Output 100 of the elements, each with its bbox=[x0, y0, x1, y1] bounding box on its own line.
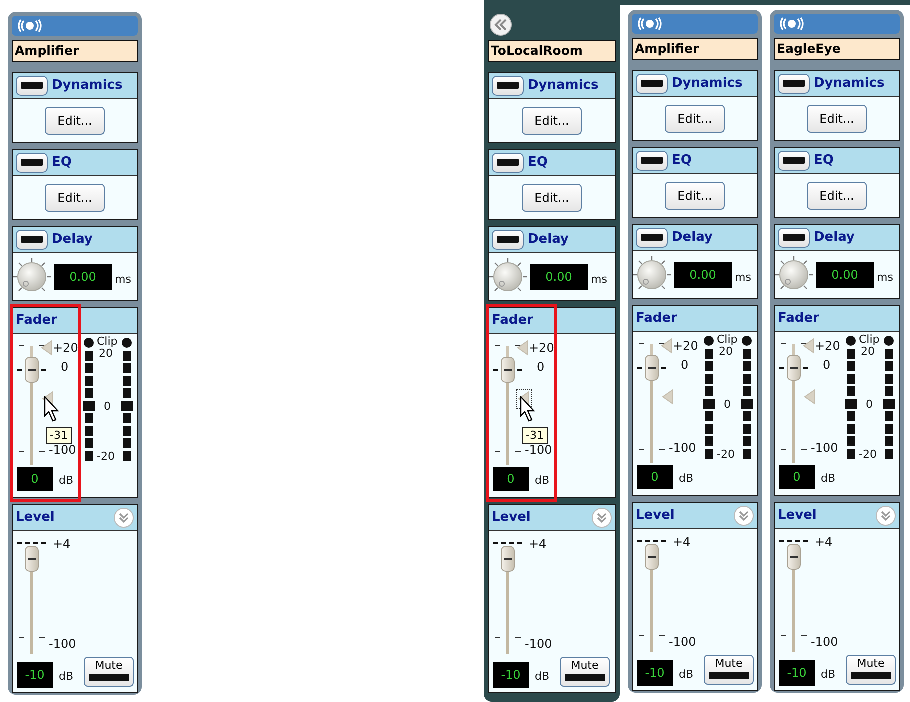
toggle-button[interactable] bbox=[16, 230, 48, 250]
meter-scale-label: 0 bbox=[104, 400, 111, 413]
toggle-button[interactable] bbox=[778, 74, 810, 94]
level-display: -10 bbox=[637, 660, 673, 686]
level-display: -10 bbox=[779, 660, 815, 686]
unit-label: ms bbox=[735, 271, 752, 284]
section-title: Dynamics bbox=[528, 78, 599, 93]
scale-label: +4 bbox=[529, 537, 547, 551]
delay-display: 0.00 bbox=[530, 264, 588, 290]
meter-scale-label: 20 bbox=[99, 347, 113, 360]
expand-button[interactable] bbox=[734, 506, 754, 526]
slider-thumb[interactable] bbox=[501, 357, 515, 384]
scale-label: -100 bbox=[525, 443, 552, 457]
edit-button[interactable]: Edit... bbox=[522, 106, 582, 134]
collapse-button[interactable] bbox=[490, 14, 512, 36]
scale-label: -100 bbox=[525, 637, 552, 651]
toggle-button[interactable] bbox=[636, 74, 668, 94]
scale-label: -100 bbox=[811, 441, 838, 455]
marker-icon[interactable] bbox=[661, 388, 675, 406]
mute-button[interactable]: Mute bbox=[84, 657, 134, 687]
edit-button[interactable]: Edit... bbox=[665, 182, 725, 210]
toggle-button[interactable] bbox=[636, 150, 668, 170]
edit-button[interactable]: Edit... bbox=[807, 104, 867, 132]
slider-thumb[interactable] bbox=[501, 546, 515, 572]
broadcast-icon bbox=[780, 17, 804, 31]
unit-label: ms bbox=[877, 271, 894, 284]
unit-label: ms bbox=[115, 273, 132, 286]
unit-label: dB bbox=[59, 474, 74, 487]
clip-label: Clip bbox=[859, 333, 880, 346]
unit-label: ms bbox=[591, 273, 608, 286]
clip-label: Clip bbox=[717, 333, 738, 346]
scale-label: -100 bbox=[49, 637, 76, 651]
mute-button[interactable]: Mute bbox=[560, 657, 610, 687]
channel-name: Amplifier bbox=[632, 38, 758, 60]
slider-thumb[interactable] bbox=[25, 357, 39, 384]
section-title: Dynamics bbox=[672, 76, 743, 91]
marker-icon[interactable] bbox=[803, 388, 817, 406]
section-title: EQ bbox=[814, 153, 834, 168]
unit-label: dB bbox=[59, 670, 74, 683]
slider-thumb[interactable] bbox=[645, 355, 659, 382]
meter-scale-label: -20 bbox=[859, 448, 877, 461]
scale-label: +4 bbox=[815, 535, 833, 549]
scale-label: 0 bbox=[537, 360, 545, 374]
toggle-button[interactable] bbox=[492, 152, 524, 172]
expand-button[interactable] bbox=[114, 508, 134, 528]
double-chevron-icon bbox=[118, 512, 130, 524]
edit-button[interactable]: Edit... bbox=[522, 184, 582, 212]
delay-display: 0.00 bbox=[54, 264, 112, 290]
scale-label: -100 bbox=[669, 635, 696, 649]
slider-thumb[interactable] bbox=[787, 544, 801, 570]
edit-button[interactable]: Edit... bbox=[807, 182, 867, 210]
section-title: Delay bbox=[814, 230, 855, 245]
slider-thumb[interactable] bbox=[787, 355, 801, 382]
unit-label: dB bbox=[679, 472, 694, 485]
broadcast-icon bbox=[18, 19, 42, 33]
level-display: -10 bbox=[493, 662, 529, 688]
section-title: Fader bbox=[778, 311, 820, 326]
edit-button[interactable]: Edit... bbox=[665, 104, 725, 132]
unit-label: dB bbox=[535, 670, 550, 683]
toggle-button[interactable] bbox=[778, 150, 810, 170]
meter-scale-label: 0 bbox=[866, 398, 873, 411]
slider-thumb[interactable] bbox=[645, 544, 659, 570]
edit-button[interactable]: Edit... bbox=[45, 106, 105, 134]
scale-label: +4 bbox=[673, 535, 691, 549]
scale-label: +20 bbox=[53, 341, 78, 355]
section-title: EQ bbox=[528, 155, 548, 170]
toggle-button[interactable] bbox=[492, 230, 524, 250]
scale-label: +20 bbox=[673, 339, 698, 353]
toggle-button[interactable] bbox=[492, 76, 524, 96]
double-chevron-icon bbox=[494, 19, 508, 31]
channel-name: ToLocalRoom bbox=[488, 40, 616, 62]
section-title: Fader bbox=[16, 313, 58, 328]
scale-label: -100 bbox=[811, 635, 838, 649]
expand-button[interactable] bbox=[592, 508, 612, 528]
section-title: Level bbox=[636, 508, 675, 523]
gain-display: 0 bbox=[637, 465, 673, 489]
scale-label: +20 bbox=[815, 339, 840, 353]
toggle-button[interactable] bbox=[636, 228, 668, 248]
toggle-button[interactable] bbox=[16, 76, 48, 96]
tooltip: -31 bbox=[522, 427, 548, 444]
delay-display: 0.00 bbox=[816, 262, 874, 288]
meter-scale-label: -20 bbox=[717, 448, 735, 461]
marker-icon bbox=[803, 338, 815, 354]
edit-button[interactable]: Edit... bbox=[45, 184, 105, 212]
double-chevron-icon bbox=[596, 512, 608, 524]
section-title: Level bbox=[778, 508, 817, 523]
mute-button[interactable]: Mute bbox=[704, 655, 754, 685]
section-title: Dynamics bbox=[52, 78, 123, 93]
scale-label: +20 bbox=[529, 341, 554, 355]
section-title: Delay bbox=[528, 232, 569, 247]
delay-display: 0.00 bbox=[674, 262, 732, 288]
section-title: Level bbox=[492, 510, 531, 525]
expand-button[interactable] bbox=[876, 506, 896, 526]
toggle-button[interactable] bbox=[778, 228, 810, 248]
gain-display: 0 bbox=[493, 467, 529, 491]
scale-label: -100 bbox=[49, 443, 76, 457]
slider-thumb[interactable] bbox=[25, 546, 39, 572]
toggle-button[interactable] bbox=[16, 152, 48, 172]
meter-scale-label: 20 bbox=[861, 345, 875, 358]
mute-button[interactable]: Mute bbox=[846, 655, 896, 685]
